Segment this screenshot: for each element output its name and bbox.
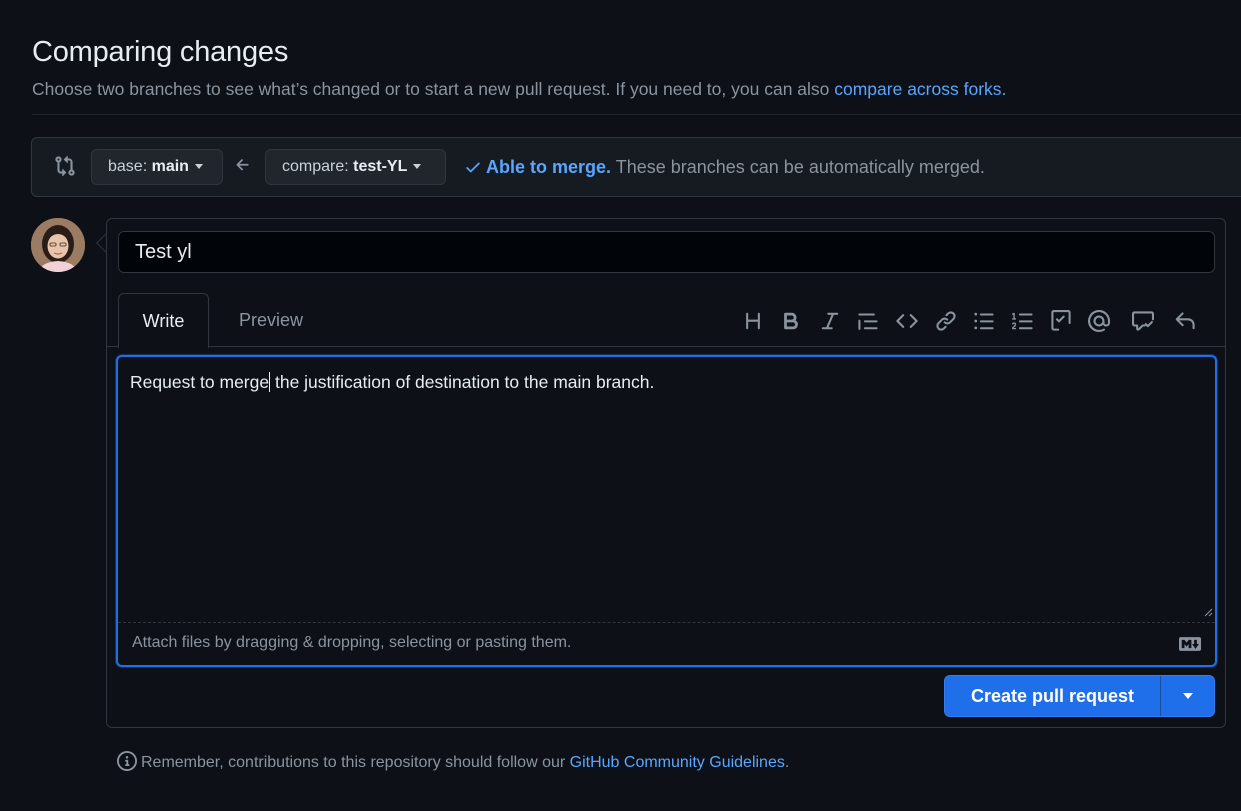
create-pull-request-group: Create pull request <box>944 675 1215 717</box>
merge-status: Able to merge. These branches can be aut… <box>464 157 985 178</box>
reference-icon[interactable] <box>1131 309 1155 333</box>
tab-preview[interactable]: Preview <box>220 293 322 347</box>
base-branch-select[interactable]: base: main <box>91 149 223 185</box>
contribution-guidelines-note: Remember, contributions to this reposito… <box>117 751 789 772</box>
branch-range-bar: base: main compare: test-YL Able to merg… <box>31 137 1241 197</box>
quote-icon[interactable] <box>856 309 880 333</box>
chevron-down-icon <box>194 164 203 170</box>
attach-files-hint[interactable]: Attach files by dragging & dropping, sel… <box>132 634 571 652</box>
create-pull-request-button[interactable]: Create pull request <box>945 676 1161 716</box>
editor-tabs: Write Preview <box>107 293 1225 348</box>
pr-body-text: Request to merge the justification of de… <box>130 372 654 393</box>
community-guidelines-link[interactable]: GitHub Community Guidelines <box>570 754 785 771</box>
pull-request-form: Test yl Write Preview Request to merge t… <box>106 218 1226 728</box>
info-icon <box>117 751 137 771</box>
avatar-image <box>31 218 85 272</box>
task-list-icon[interactable] <box>1049 309 1073 333</box>
chevron-down-icon <box>1182 693 1193 699</box>
git-compare-icon <box>55 155 75 177</box>
tab-write[interactable]: Write <box>118 293 209 348</box>
page-subtitle: Choose two branches to see what’s change… <box>32 79 1006 100</box>
heading-icon[interactable] <box>741 309 765 333</box>
pr-title-input[interactable]: Test yl <box>118 231 1215 273</box>
pr-body-textarea[interactable]: Request to merge the justification of de… <box>116 355 1217 667</box>
reply-icon[interactable] <box>1173 309 1197 333</box>
bold-icon[interactable] <box>779 309 803 333</box>
check-icon <box>466 162 480 173</box>
markdown-toolbar <box>741 309 1211 333</box>
italic-icon[interactable] <box>818 309 842 333</box>
base-prefix: base: <box>108 158 152 175</box>
chevron-down-icon <box>413 164 422 170</box>
compare-branch-name: test-YL <box>353 158 408 175</box>
header-divider <box>32 114 1241 115</box>
bulleted-list-icon[interactable] <box>972 309 996 333</box>
compare-across-forks-link[interactable]: compare across forks. <box>834 79 1006 99</box>
markdown-icon[interactable] <box>1179 637 1201 651</box>
page-title: Comparing changes <box>32 36 289 68</box>
body-text-after-cursor: the justification of destination to the … <box>270 372 655 392</box>
numbered-list-icon[interactable] <box>1011 309 1035 333</box>
compare-prefix: compare: <box>282 158 354 175</box>
link-icon[interactable] <box>934 309 958 333</box>
create-options-dropdown[interactable] <box>1161 676 1214 716</box>
code-icon[interactable] <box>895 309 919 333</box>
footnote-end: . <box>784 754 790 771</box>
subtitle-text: Choose two branches to see what’s change… <box>32 79 835 99</box>
attach-divider <box>118 622 1215 623</box>
merge-description: These branches can be automatically merg… <box>611 157 985 177</box>
mention-icon[interactable] <box>1087 309 1111 333</box>
avatar[interactable] <box>31 218 85 272</box>
merge-ok-label: Able to merge. <box>486 157 612 177</box>
body-text-before-cursor: Request to merge <box>130 372 270 392</box>
resize-handle-icon[interactable] <box>1203 607 1213 617</box>
footnote-text: Remember, contributions to this reposito… <box>141 754 570 771</box>
base-branch-name: main <box>151 158 189 175</box>
arrow-left-icon <box>236 159 249 171</box>
compare-branch-select[interactable]: compare: test-YL <box>265 149 446 185</box>
